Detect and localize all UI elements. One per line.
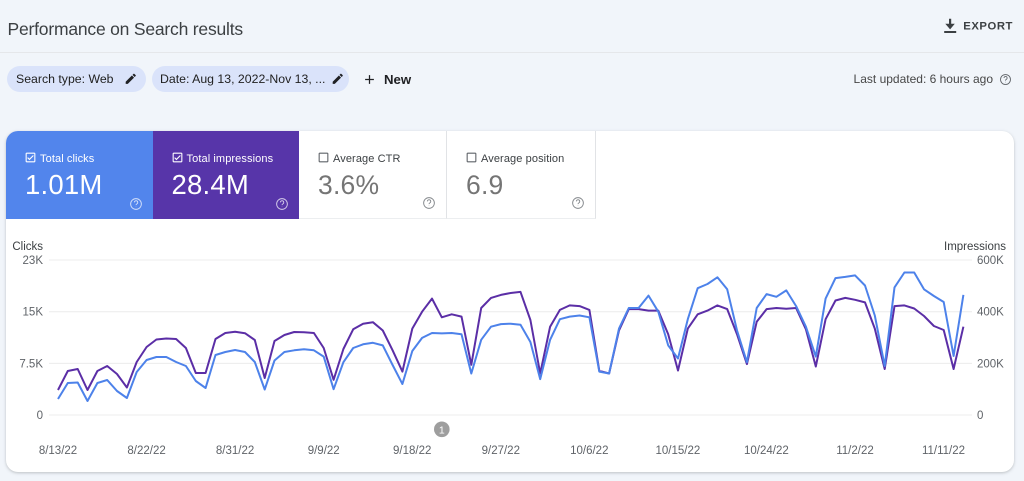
svg-text:23K: 23K <box>23 255 44 267</box>
svg-text:11/11/22: 11/11/22 <box>922 445 965 457</box>
svg-text:0: 0 <box>977 410 983 422</box>
svg-text:9/18/22: 9/18/22 <box>393 445 431 457</box>
svg-text:11/2/22: 11/2/22 <box>836 445 874 457</box>
svg-text:600K: 600K <box>977 255 1004 267</box>
svg-text:9/9/22: 9/9/22 <box>308 445 340 457</box>
svg-text:0: 0 <box>37 410 43 422</box>
svg-text:8/22/22: 8/22/22 <box>127 445 165 457</box>
svg-text:400K: 400K <box>977 307 1004 319</box>
svg-text:200K: 200K <box>977 358 1004 370</box>
svg-text:Clicks: Clicks <box>12 241 43 253</box>
svg-text:10/15/22: 10/15/22 <box>656 445 701 457</box>
svg-text:7.5K: 7.5K <box>19 358 43 370</box>
svg-text:8/13/22: 8/13/22 <box>39 445 77 457</box>
svg-text:10/6/22: 10/6/22 <box>570 445 608 457</box>
svg-text:10/24/22: 10/24/22 <box>744 445 789 457</box>
svg-text:15K: 15K <box>23 307 44 319</box>
svg-text:9/27/22: 9/27/22 <box>482 445 520 457</box>
svg-text:Impressions: Impressions <box>944 241 1006 253</box>
svg-text:8/31/22: 8/31/22 <box>216 445 254 457</box>
svg-text:1: 1 <box>439 424 445 436</box>
